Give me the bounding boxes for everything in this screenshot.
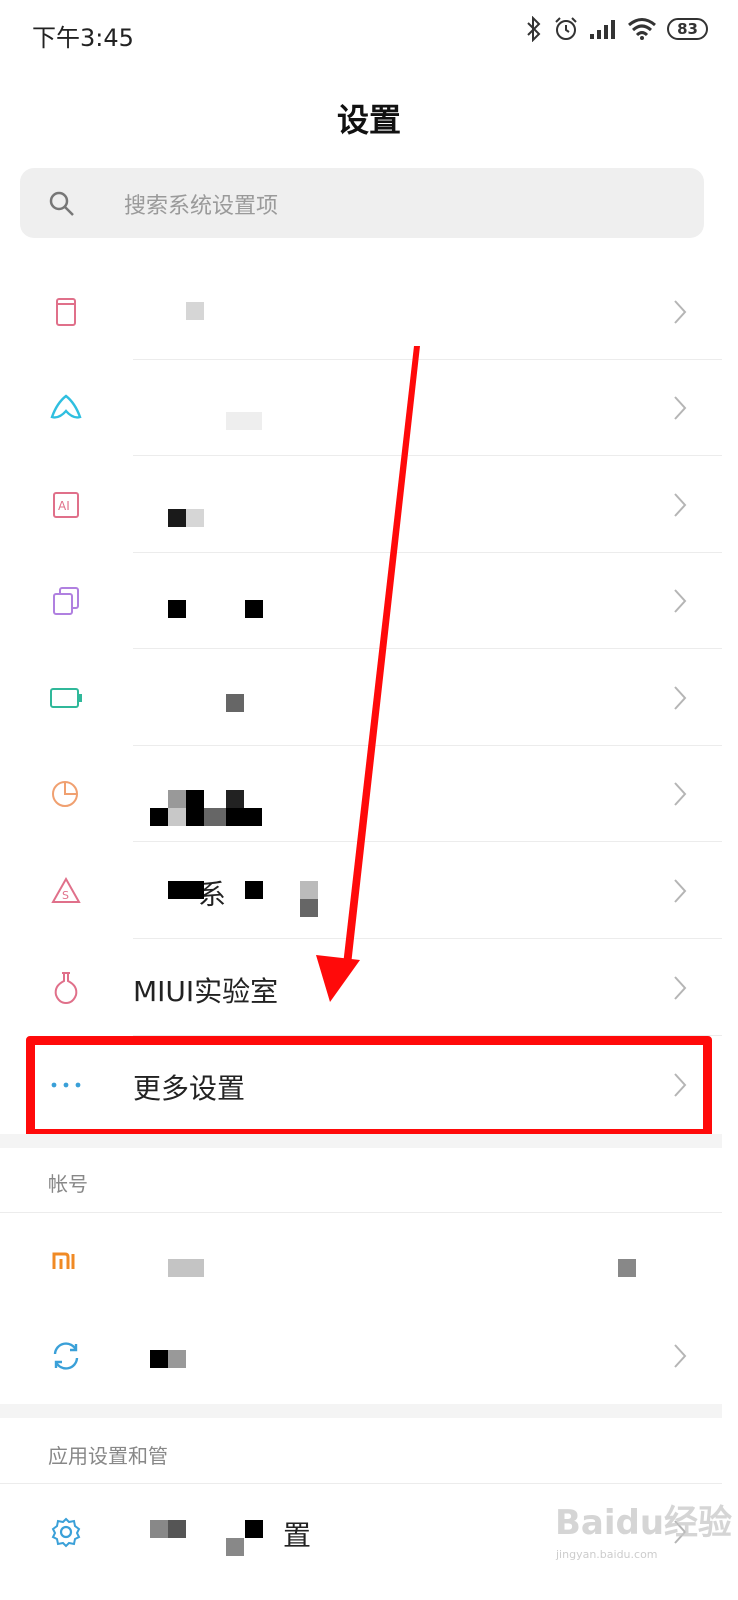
annotation-arrow bbox=[316, 346, 420, 1002]
baidu-watermark: Baidu经验 bbox=[555, 1503, 733, 1543]
baidu-watermark-url: jingyan.baidu.com bbox=[556, 1548, 658, 1561]
